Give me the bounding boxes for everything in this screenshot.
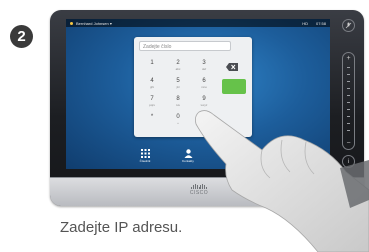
volume-up-icon[interactable]: + [343, 55, 354, 62]
keypad-key[interactable]: 9 wxyz [193, 95, 215, 108]
instruction-caption: Zadejte IP adresu. [60, 219, 183, 236]
keypad-key[interactable]: 7 pqrs [141, 95, 163, 108]
status-bar: Bernhard Johnsen ▾ HD 07:58 [66, 19, 330, 27]
keypad-key-letters: mno [201, 85, 207, 89]
keypad-key-digit: * [150, 114, 154, 120]
keypad-key-digit: 4 [150, 78, 154, 84]
step-number-badge: 2 [10, 25, 33, 48]
volume-ticks [347, 67, 350, 135]
cisco-logo-icon [191, 184, 207, 189]
calendar-day: 31 [228, 153, 234, 159]
keypad-key-digit: 1 [150, 60, 154, 66]
nav-label-dialpad: Číselník [139, 159, 151, 163]
keypad-key[interactable]: 3 def [193, 59, 215, 72]
person-icon [184, 149, 192, 158]
touch-panel-device: Bernhard Johnsen ▾ HD 07:58 Zadejte čísl… [50, 10, 364, 206]
bottom-nav: Číselník Kontakty 31 [130, 149, 246, 169]
keypad-key[interactable]: 2 abc [167, 59, 189, 72]
status-user-name: Bernhard Johnsen [76, 20, 109, 26]
nav-item-calendar[interactable]: 31 [216, 149, 246, 169]
keypad-key[interactable]: 4 ghi [141, 77, 163, 90]
device-bottom-bezel: CISCO [50, 177, 364, 206]
keypad-key-digit: 6 [202, 78, 206, 84]
keypad-key-digit: 2 [176, 60, 180, 66]
nav-item-dialpad[interactable]: Číselník [130, 149, 160, 169]
number-input[interactable]: Zadejte číslo [139, 41, 231, 51]
keypad-key-letters: abc [175, 67, 181, 71]
keypad-key-digit: 9 [202, 96, 206, 102]
help-icon: i [347, 158, 350, 165]
status-indicator: HD [302, 20, 308, 26]
keypad-key-digit: 5 [176, 78, 180, 84]
keypad-key-letters: ghi [149, 85, 154, 89]
keypad-key-letters: wxyz [200, 103, 208, 107]
keypad-key-letters: pqrs [149, 103, 155, 107]
call-button[interactable] [222, 79, 246, 94]
nav-item-contacts[interactable]: Kontakty [173, 149, 203, 169]
dial-keypad: Zadejte číslo 1 2 abc 3 def 4 ghi 5 jkl 6 mno 7 pqrs… [134, 37, 252, 137]
keypad-grid-icon [140, 149, 150, 158]
help-button[interactable]: i [342, 155, 355, 168]
keypad-key-digit: 8 [176, 96, 180, 102]
keypad-key-letters: jkl [176, 85, 180, 89]
keypad-key[interactable]: 5 jkl [167, 77, 189, 90]
keypad-key[interactable]: * [141, 113, 163, 126]
keypad-key[interactable]: 0 + [167, 113, 189, 126]
calendar-icon: 31 [226, 149, 236, 159]
keypad-key[interactable]: # [193, 113, 215, 126]
keypad-key-digit: 7 [150, 96, 154, 102]
volume-slider[interactable]: + − [342, 52, 355, 150]
keypad-key-digit: 3 [202, 60, 206, 66]
volume-down-icon[interactable]: − [343, 140, 354, 147]
keypad-key-letters: tuv [175, 103, 180, 107]
keypad-key[interactable]: 1 [141, 59, 163, 72]
keypad-key-digit: 0 [176, 114, 180, 120]
backspace-button[interactable] [223, 61, 241, 73]
keypad-key[interactable]: 8 tuv [167, 95, 189, 108]
keypad-key[interactable]: 6 mno [193, 77, 215, 90]
mute-button[interactable] [342, 19, 355, 32]
touch-screen: Bernhard Johnsen ▾ HD 07:58 Zadejte čísl… [66, 19, 330, 169]
status-user[interactable]: Bernhard Johnsen ▾ [70, 21, 302, 26]
keypad-key-letters: + [177, 121, 179, 125]
backspace-icon [226, 63, 238, 71]
nav-label-contacts: Kontakty [182, 159, 194, 163]
mic-mute-icon [345, 22, 352, 29]
keypad-key-letters: def [201, 67, 207, 71]
keypad-key-digit: # [202, 114, 206, 120]
status-time: 07:58 [315, 20, 326, 26]
presence-dot-icon [70, 21, 73, 25]
brand-name: CISCO [189, 190, 209, 196]
